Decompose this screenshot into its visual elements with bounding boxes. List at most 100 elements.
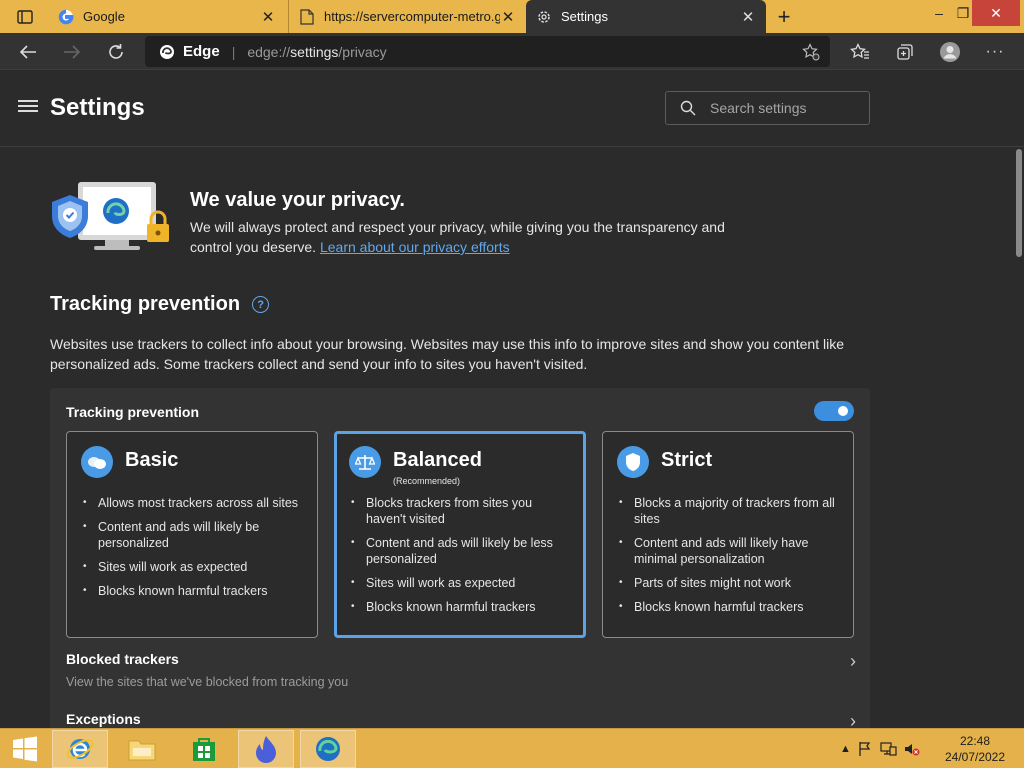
internet-explorer-taskbar[interactable] bbox=[52, 730, 108, 768]
option-features: Blocks trackers from sites you haven't v… bbox=[349, 495, 574, 623]
start-button[interactable] bbox=[0, 730, 50, 768]
network-icon[interactable] bbox=[879, 741, 897, 757]
tracking-description: Websites use trackers to collect info ab… bbox=[50, 336, 844, 372]
close-tab-icon[interactable]: ✕ bbox=[500, 9, 516, 26]
list-item: Content and ads will likely be less pers… bbox=[349, 535, 574, 567]
store-icon bbox=[193, 738, 215, 761]
option-subtitle: (Recommended) bbox=[393, 476, 461, 486]
add-favorite-button[interactable] bbox=[796, 37, 826, 67]
list-item: Blocks trackers from sites you haven't v… bbox=[349, 495, 574, 527]
store-taskbar[interactable] bbox=[176, 730, 232, 768]
option-title: Balanced bbox=[393, 449, 482, 471]
more-menu-button[interactable]: ··· bbox=[980, 37, 1010, 67]
hero-title: We value your privacy. bbox=[190, 189, 405, 211]
edge-icon bbox=[316, 737, 340, 761]
profile-button[interactable] bbox=[935, 37, 965, 67]
blocked-trackers-desc: View the sites that we've blocked from t… bbox=[66, 675, 349, 689]
star-add-icon bbox=[802, 43, 820, 61]
url-text: edge://settings/privacy bbox=[247, 44, 386, 60]
gear-icon bbox=[536, 9, 552, 25]
search-icon bbox=[680, 100, 696, 116]
url-prefix: edge:// bbox=[247, 43, 291, 60]
refresh-icon bbox=[109, 44, 123, 59]
privacy-illustration-icon bbox=[52, 182, 169, 250]
tab-google[interactable]: Google ✕ bbox=[48, 0, 286, 33]
file-explorer-taskbar[interactable] bbox=[114, 730, 170, 768]
list-item: Parts of sites might not work bbox=[617, 575, 842, 591]
menu-icon[interactable] bbox=[18, 100, 38, 116]
help-icon[interactable]: ? bbox=[252, 296, 270, 313]
refresh-button[interactable] bbox=[101, 37, 131, 67]
option-features: Allows most trackers across all sites Co… bbox=[81, 495, 306, 607]
forward-button[interactable] bbox=[57, 37, 87, 67]
address-bar[interactable]: Edge | edge://settings/privacy bbox=[145, 36, 830, 67]
favorites-icon bbox=[850, 43, 869, 59]
settings-content: We value your privacy. We will always pr… bbox=[0, 147, 1014, 728]
app-taskbar[interactable] bbox=[238, 730, 294, 768]
page-title: Settings bbox=[50, 94, 145, 121]
google-icon bbox=[58, 9, 74, 25]
list-item: Sites will work as expected bbox=[349, 575, 574, 591]
hero-text: We will always protect and respect your … bbox=[190, 217, 750, 257]
windows-logo-icon bbox=[13, 736, 37, 762]
arrow-left-icon bbox=[19, 45, 36, 59]
address-separator: | bbox=[231, 43, 236, 60]
privacy-efforts-link[interactable]: Learn about our privacy efforts bbox=[320, 239, 510, 255]
tab-actions-icon bbox=[17, 9, 33, 24]
section-heading: Tracking prevention bbox=[50, 293, 241, 315]
tab-title: Google bbox=[83, 9, 125, 24]
shield-icon bbox=[617, 446, 649, 478]
scales-icon bbox=[349, 446, 381, 478]
option-basic[interactable]: Basic Allows most trackers across all si… bbox=[66, 431, 318, 638]
close-window-button[interactable]: ✕ bbox=[972, 0, 1020, 26]
option-title: Strict bbox=[661, 449, 713, 471]
list-item: Blocks known harmful trackers bbox=[617, 599, 842, 615]
clock[interactable]: 22:48 24/07/2022 bbox=[930, 733, 1020, 765]
tracking-section-title: Tracking prevention ? bbox=[50, 293, 270, 316]
edge-label: Edge bbox=[183, 43, 220, 60]
option-strict[interactable]: Strict Blocks a majority of trackers fro… bbox=[602, 431, 854, 638]
url-suffix: /privacy bbox=[338, 43, 387, 60]
list-item: Blocks known harmful trackers bbox=[81, 583, 306, 599]
url-main: settings bbox=[290, 43, 339, 60]
show-hidden-icons-icon[interactable]: ▲ bbox=[840, 743, 851, 755]
tab-title: https://servercomputer-metro.gl bbox=[324, 9, 500, 24]
list-item: Blocks known harmful trackers bbox=[349, 599, 574, 615]
page-icon bbox=[299, 8, 315, 25]
edge-brand: Edge bbox=[159, 43, 220, 60]
tracking-toggle-label: Tracking prevention bbox=[66, 404, 200, 420]
basic-icon bbox=[81, 446, 113, 478]
tab-settings[interactable]: Settings ✕ bbox=[526, 0, 766, 33]
tracking-card: Tracking prevention Basic Allows most tr… bbox=[50, 388, 870, 728]
flag-icon[interactable] bbox=[857, 741, 873, 757]
toggle-knob bbox=[838, 406, 848, 416]
tracking-toggle[interactable] bbox=[814, 401, 854, 421]
privacy-hero: We value your privacy. We will always pr… bbox=[50, 180, 750, 260]
back-button[interactable] bbox=[13, 37, 43, 67]
new-tab-button[interactable]: + bbox=[770, 0, 798, 33]
blocked-trackers-row[interactable]: Blocked trackers View the sites that we'… bbox=[66, 651, 856, 689]
list-item: Sites will work as expected bbox=[81, 559, 306, 575]
list-item: Blocks a majority of trackers from all s… bbox=[617, 495, 842, 527]
favorites-button[interactable] bbox=[845, 37, 875, 67]
list-item: Content and ads will likely have minimal… bbox=[617, 535, 842, 567]
collections-button[interactable] bbox=[890, 37, 920, 67]
volume-muted-icon[interactable] bbox=[903, 741, 921, 757]
scroll-thumb[interactable] bbox=[1016, 149, 1022, 257]
option-features: Blocks a majority of trackers from all s… bbox=[617, 495, 842, 623]
search-box[interactable] bbox=[665, 91, 870, 125]
settings-header: Settings bbox=[0, 70, 1024, 147]
page-scrollbar[interactable] bbox=[1014, 147, 1024, 728]
tab-servercomputer[interactable]: https://servercomputer-metro.gl ✕ bbox=[288, 0, 526, 33]
chevron-right-icon: › bbox=[850, 711, 856, 728]
exceptions-row[interactable]: Exceptions › bbox=[66, 711, 856, 728]
list-item: Allows most trackers across all sites bbox=[81, 495, 306, 511]
collections-icon bbox=[897, 44, 913, 60]
blocked-trackers-title: Blocked trackers bbox=[66, 651, 179, 667]
edge-taskbar[interactable] bbox=[300, 730, 356, 768]
close-tab-icon[interactable]: ✕ bbox=[260, 9, 276, 26]
option-balanced[interactable]: Balanced (Recommended) Blocks trackers f… bbox=[334, 431, 586, 638]
search-input[interactable] bbox=[710, 100, 860, 116]
tab-actions-button[interactable] bbox=[8, 0, 42, 33]
close-tab-icon[interactable]: ✕ bbox=[740, 9, 756, 26]
